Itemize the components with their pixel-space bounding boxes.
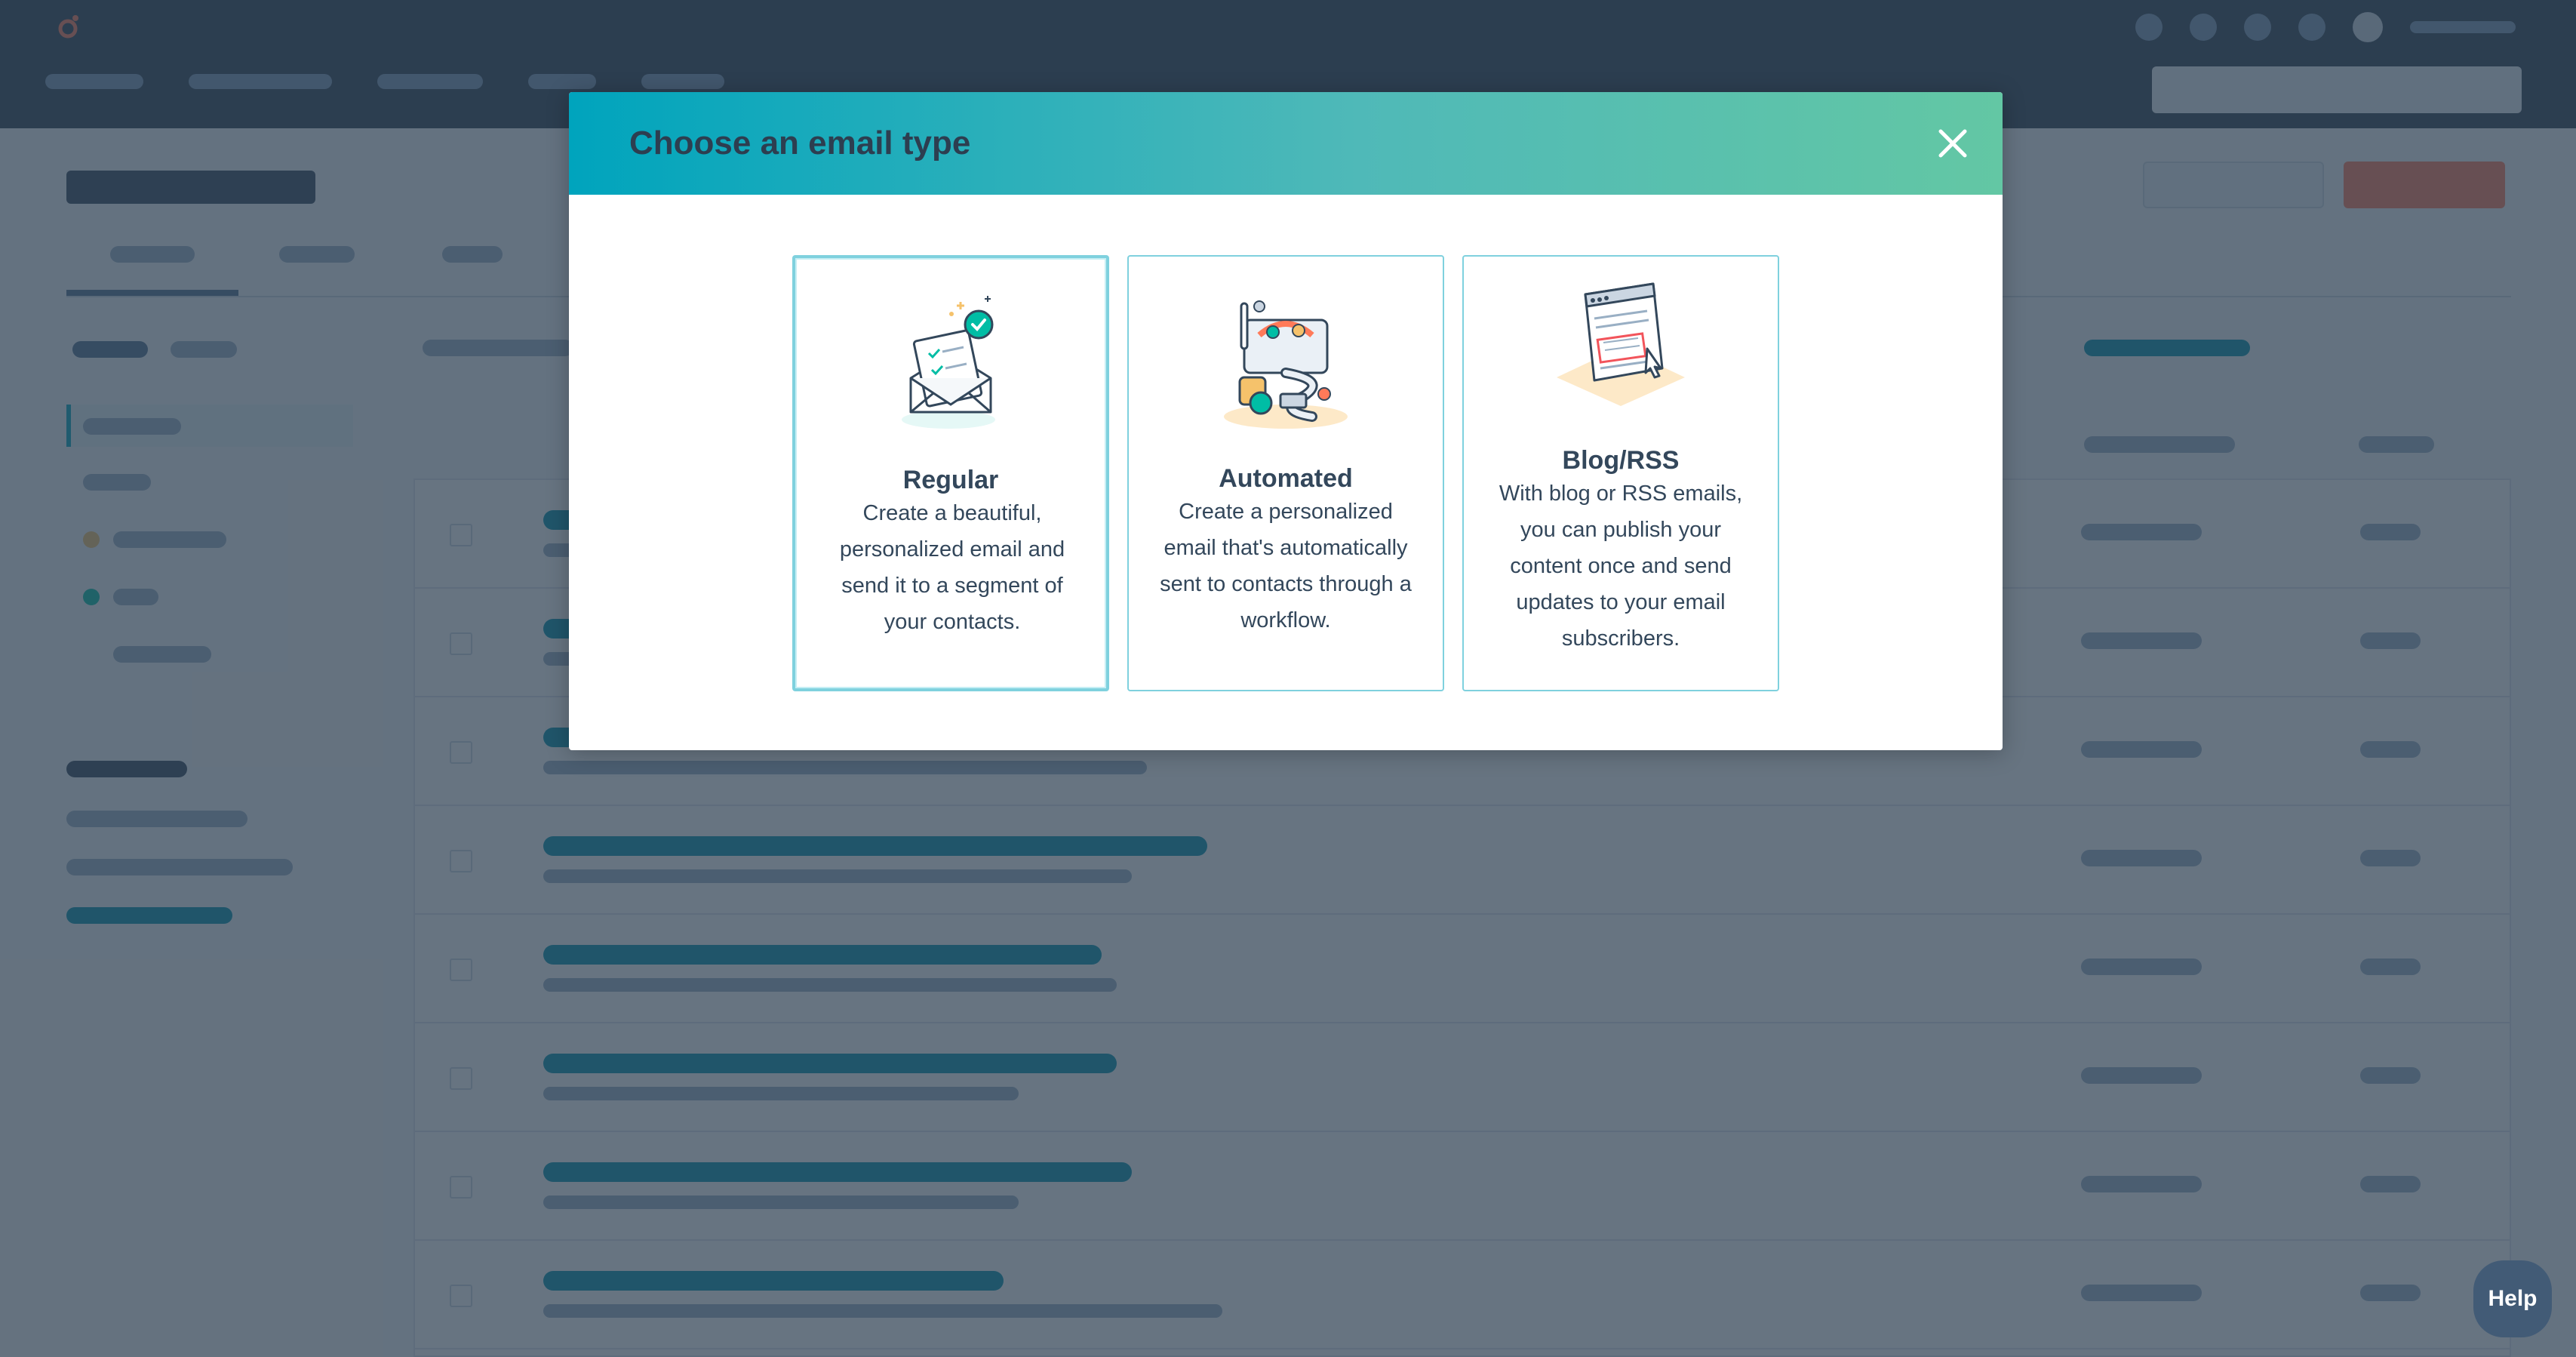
card-description: Create a beautiful, personalized email a… <box>839 501 1065 634</box>
choose-email-type-dialog: Choose an email type Regular Create a be… <box>569 92 2003 750</box>
blog-browser-icon <box>1557 282 1685 406</box>
card-title: Blog/RSS <box>1562 446 1680 475</box>
card-title: Regular <box>902 466 999 494</box>
card-description: Create a personalized email that's autom… <box>1160 500 1412 632</box>
card-title: Automated <box>1219 464 1353 493</box>
dialog-header: Choose an email type <box>569 92 2003 195</box>
close-icon <box>1938 129 1967 158</box>
email-type-card-regular[interactable]: Regular Create a beautiful, personalized… <box>792 255 1109 691</box>
close-button[interactable] <box>1933 124 1972 163</box>
dialog-title: Choose an email type <box>629 125 971 162</box>
email-type-card-blog-rss[interactable]: Blog/RSS With blog or RSS emails, you ca… <box>1462 255 1779 691</box>
envelope-checklist-icon <box>902 296 995 429</box>
email-type-card-automated[interactable]: Automated Create a personalized email th… <box>1127 255 1444 691</box>
card-description: With blog or RSS emails, you can publish… <box>1499 482 1743 651</box>
automation-machine-icon <box>1224 300 1348 429</box>
email-type-options: Regular Create a beautiful, personalized… <box>792 255 1779 691</box>
help-button[interactable]: Help <box>2473 1260 2552 1337</box>
